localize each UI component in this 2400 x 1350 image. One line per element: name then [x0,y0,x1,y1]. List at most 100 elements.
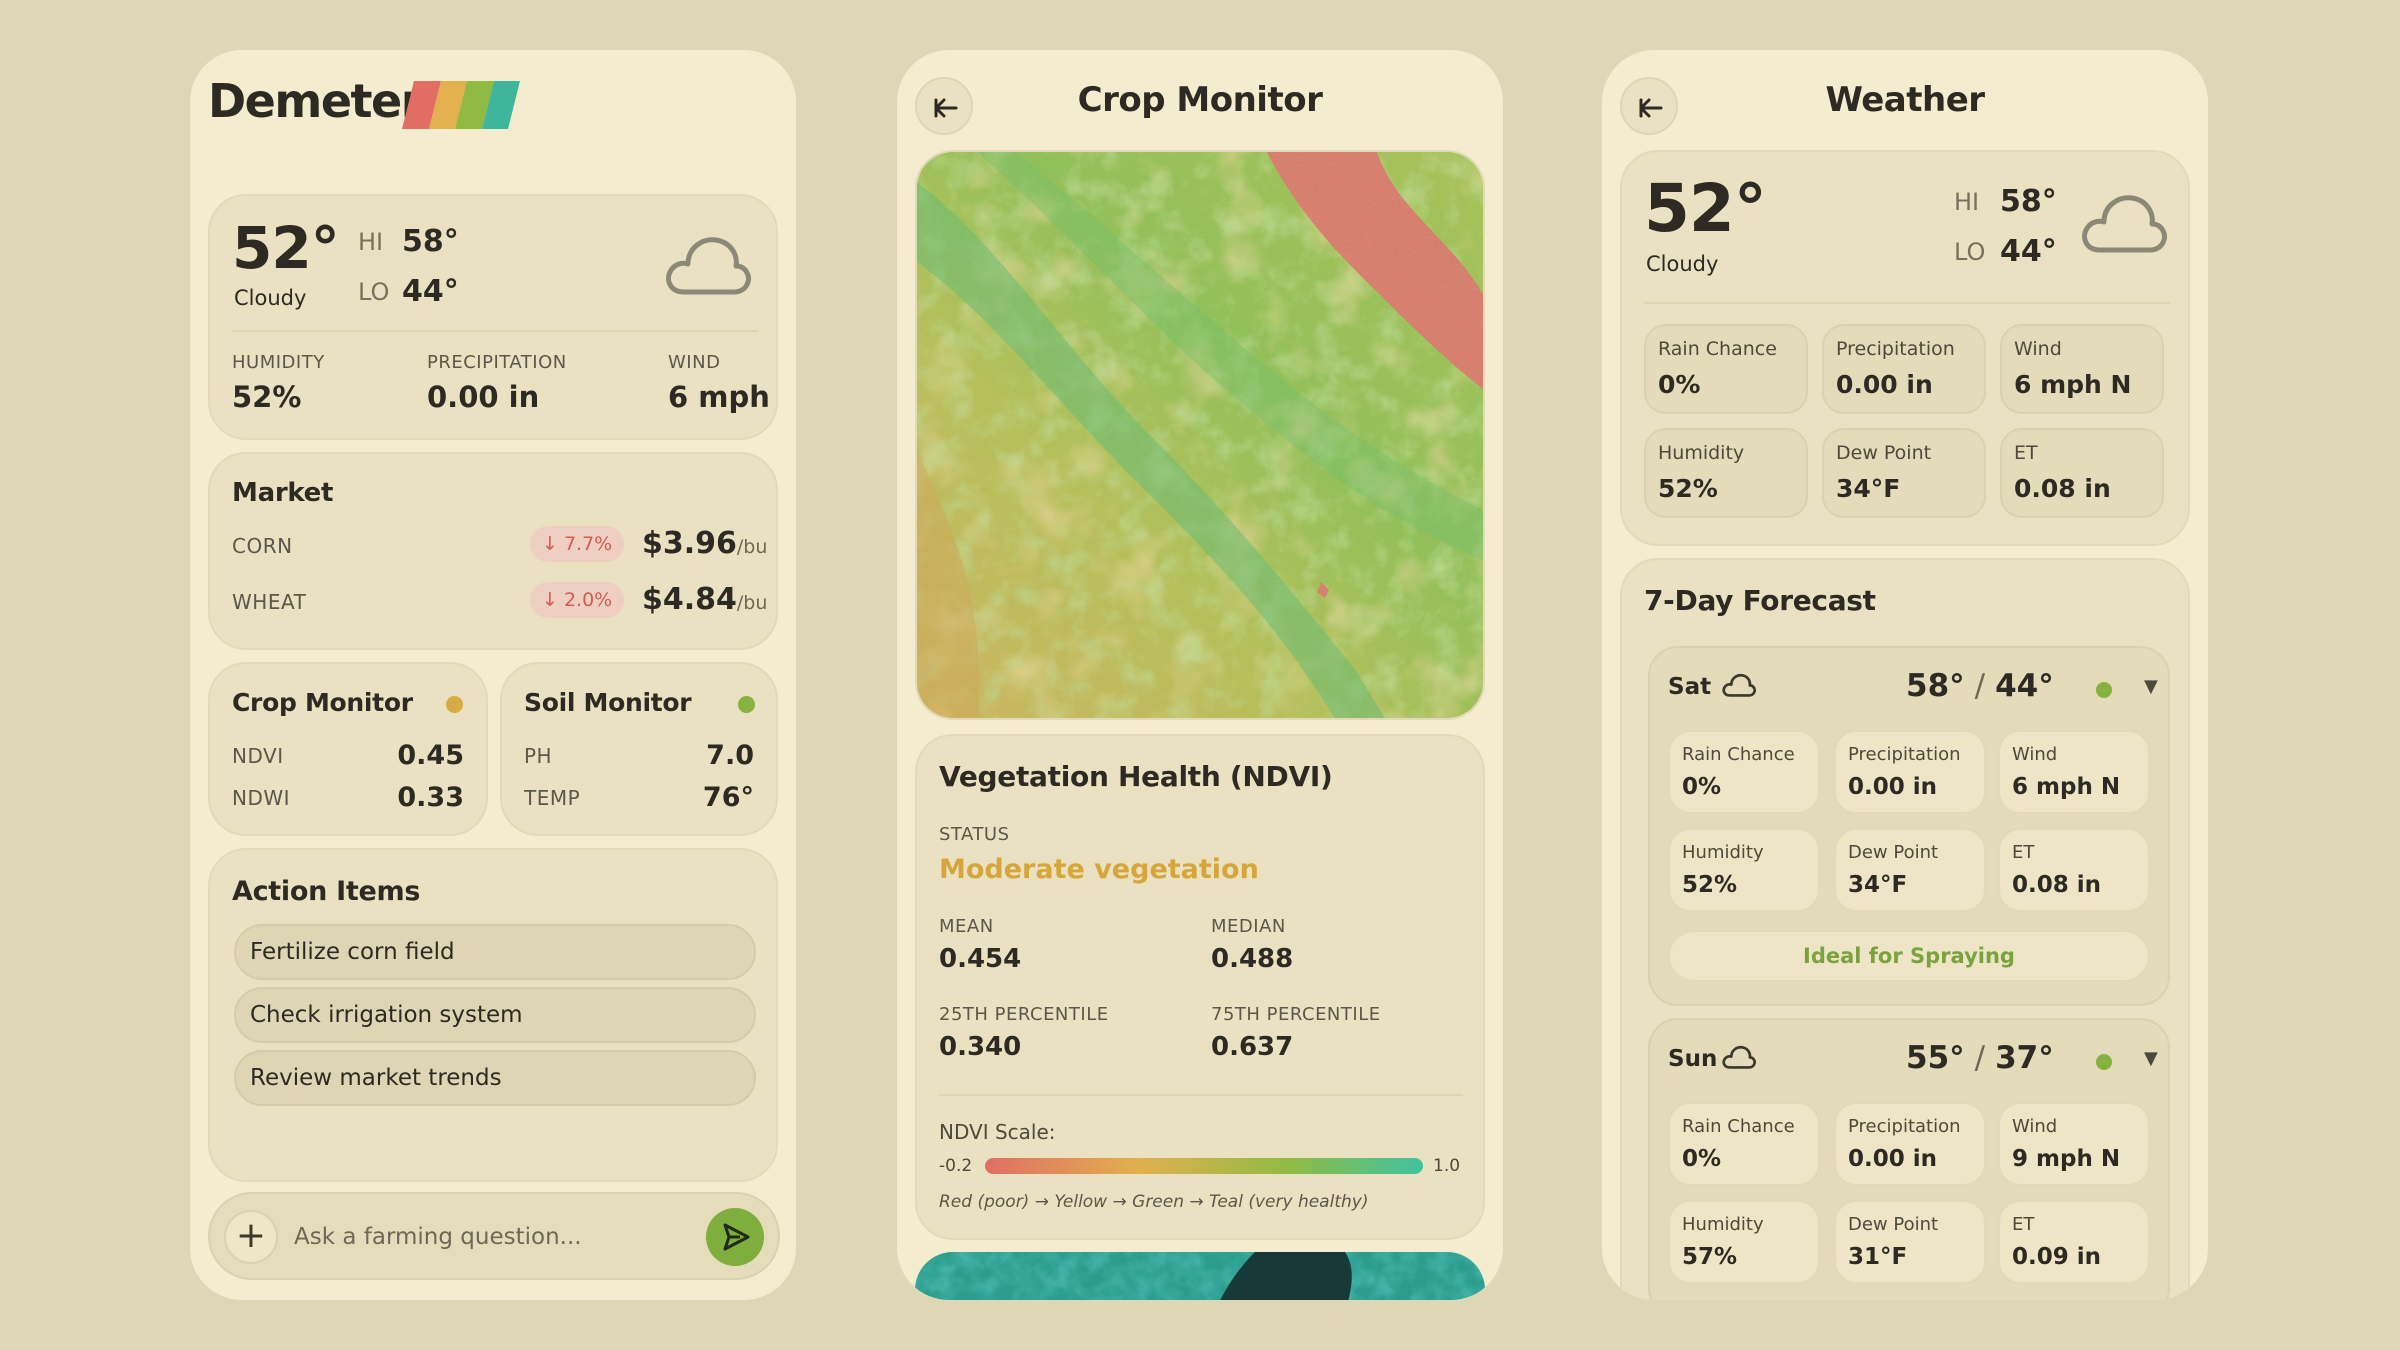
ph-value: 7.0 [706,740,754,771]
weather-condition: Cloudy [234,286,307,310]
action-items-title: Action Items [232,876,421,907]
market-title: Market [232,478,334,508]
stat-tile: Wind 9 mph N [1998,1102,2150,1186]
wheat-change-badge: ↓ 2.0% [530,582,625,618]
chevron-down-icon[interactable]: ▼ [2144,676,2158,697]
ndwi-map[interactable] [915,1252,1485,1300]
mean-value: 0.454 [939,944,1022,974]
weather-screen: Weather 52° Cloudy HI 58° LO 44° Rain Ch… [1602,50,2208,1300]
vegetation-status: Moderate vegetation [939,854,1259,885]
stat-value: 0.00 in [1848,1146,1938,1172]
temp-separator: / [1974,668,1986,704]
divider [939,1094,1463,1096]
stat-tile: Dew Point 31°F [1834,1200,1986,1284]
ndwi-map-image [915,1252,1485,1300]
stat-value: 6 mph N [2014,370,2132,399]
stat-label: Dew Point [1848,1214,1939,1235]
hi-temp: 58° [402,224,459,259]
median-value: 0.488 [1211,944,1294,974]
stat-value: 0% [1682,1146,1722,1172]
stat-label: Humidity [1682,1214,1764,1235]
median-label: MEDIAN [1211,916,1286,937]
wheat-price: $4.84/bu [642,582,767,617]
cloud-icon [1722,1044,1756,1074]
stat-tile: Dew Point 34°F [1822,428,1986,518]
forecast-title: 7-Day Forecast [1644,584,1876,617]
stat-value: 34°F [1836,474,1901,503]
forecast-day[interactable]: Sun 55°/37° ▼ Rain Chance 0% Precipitatio… [1648,1018,2170,1300]
crop-monitor-title: Crop Monitor [232,688,413,717]
wheat-price-value: $4.84 [642,582,737,617]
p75-value: 0.637 [1211,1032,1294,1062]
stat-tile: Precipitation 0.00 in [1822,324,1986,414]
stat-tile: ET 0.09 in [1998,1200,2150,1284]
stat-tile: ET 0.08 in [1998,828,2150,912]
stat-label: Precipitation [1848,744,1961,765]
stat-label: Dew Point [1836,442,1932,464]
cloud-icon [1722,672,1756,702]
market-item-wheat-name: WHEAT [232,590,307,614]
stat-value: 0.08 in [2014,474,2111,503]
mean-label: MEAN [939,916,994,937]
corn-price-value: $3.96 [642,526,737,561]
day-lo: 44° [1995,668,2054,704]
lo-label: LO [1954,238,1986,266]
ph-label: PH [524,744,553,768]
current-weather-card: 52° Cloudy HI 58° LO 44° Rain Chance 0% P… [1620,150,2190,546]
stat-value: 52% [1682,872,1738,898]
corn-price: $3.96/bu [642,526,767,561]
stat-tile: Humidity 52% [1644,428,1808,518]
current-temp: 52° [1644,170,1767,247]
stat-value: 52% [1658,474,1718,503]
ndwi-value: 0.33 [397,782,464,813]
wind-label: WIND [668,352,721,373]
plus-icon[interactable]: + [224,1210,278,1264]
day-status-dot [2096,682,2112,698]
hi-label: HI [1954,188,1980,216]
action-item[interactable]: Review market trends [234,1050,756,1106]
cloud-icon [2080,190,2168,260]
stat-label: Humidity [1682,842,1764,863]
action-item[interactable]: Fertilize corn field [234,924,756,980]
chat-input[interactable] [294,1216,684,1258]
stat-tile: Wind 6 mph N [1998,730,2150,814]
stat-value: 57% [1682,1244,1738,1270]
stat-label: Precipitation [1836,338,1955,360]
forecast-day[interactable]: Sat 58°/44° ▼ Rain Chance 0% Precipitatio… [1648,646,2170,1006]
send-button[interactable] [706,1208,764,1266]
ndvi-scale-bar [985,1158,1423,1174]
stat-label: Wind [2012,1116,2058,1137]
market-card[interactable]: Market CORN ↓ 7.7% $3.96/bu WHEAT ↓ 2.0%… [208,452,778,650]
divider [1644,302,2170,304]
weather-summary-card[interactable]: 52° Cloudy HI 58° LO 44° HUMIDITY 52% PR… [208,194,778,440]
day-lo: 37° [1995,1040,2054,1076]
current-temp: 52° [232,214,340,282]
stat-tile: ET 0.08 in [2000,428,2164,518]
hi-label: HI [358,228,384,256]
crop-monitor-card[interactable]: Crop Monitor NDVI 0.45 NDWI 0.33 [208,662,488,836]
stat-label: Rain Chance [1658,338,1777,360]
action-item[interactable]: Check irrigation system [234,987,756,1043]
stat-tile: Dew Point 34°F [1834,828,1986,912]
stat-tile: Wind 6 mph N [2000,324,2164,414]
day-hi: 58° [1906,668,1965,704]
wheat-price-unit: /bu [736,592,768,614]
stat-label: Humidity [1658,442,1745,464]
stat-label: Rain Chance [1682,1116,1795,1137]
soil-status-dot [738,696,755,713]
spray-badge: Ideal for Spraying [1668,930,2150,982]
corn-change-badge: ↓ 7.7% [530,526,625,562]
stat-value: 34°F [1848,872,1908,898]
chat-bar: + [208,1192,780,1280]
chevron-down-icon[interactable]: ▼ [2144,1048,2158,1069]
hi-temp: 58° [2000,184,2057,219]
stat-value: 0.00 in [1836,370,1933,399]
ndvi-map[interactable] [915,150,1485,720]
stat-value: 31°F [1848,1244,1908,1270]
scale-max: 1.0 [1433,1156,1461,1176]
status-label: STATUS [939,824,1010,845]
scale-note: Red (poor) → Yellow → Green → Teal (very… [939,1192,1369,1212]
scale-min: -0.2 [939,1156,973,1176]
soil-monitor-card[interactable]: Soil Monitor PH 7.0 TEMP 76° [500,662,778,836]
stat-value: 0.00 in [1848,774,1938,800]
